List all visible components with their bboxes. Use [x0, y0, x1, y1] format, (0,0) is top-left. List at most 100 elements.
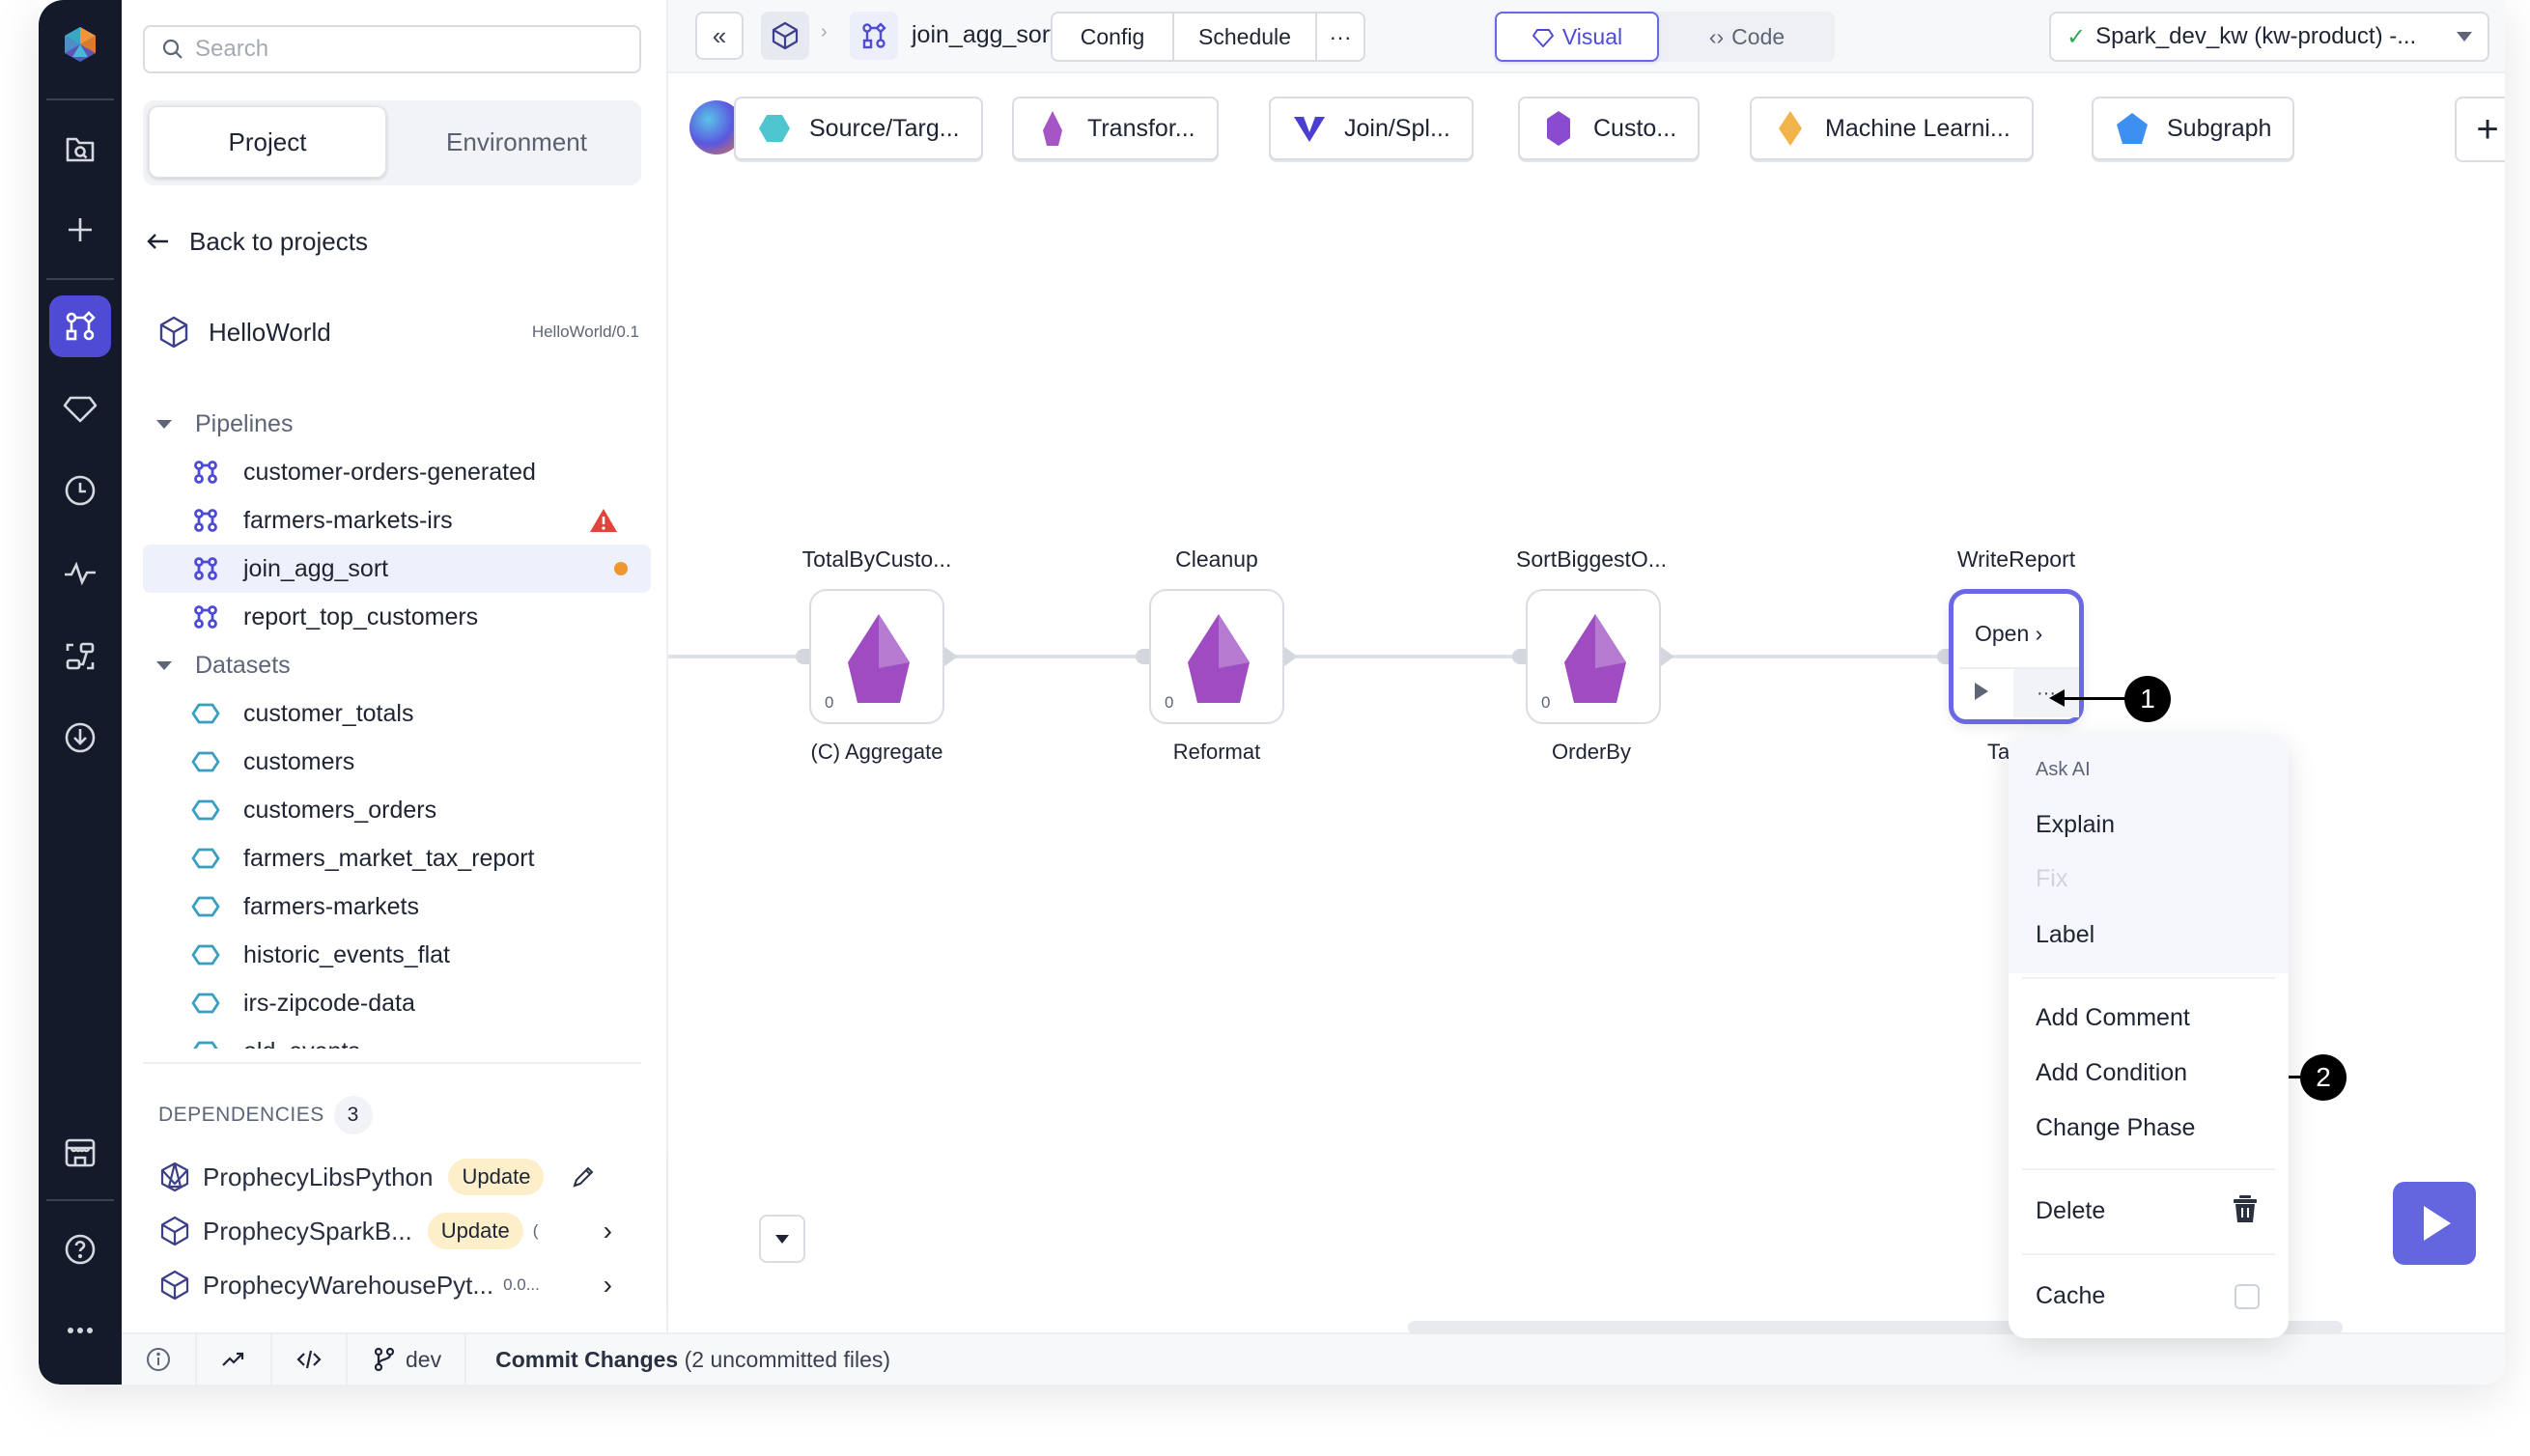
run-gem-icon[interactable]	[1975, 683, 1988, 700]
dataset-item[interactable]: customers	[122, 738, 651, 786]
gem-category-machine-learning[interactable]: Machine Learni...	[1750, 97, 2034, 160]
code-view-button[interactable]	[272, 1334, 348, 1385]
info-icon	[147, 1348, 170, 1371]
dataset-item[interactable]: historic_events_flat	[122, 931, 651, 979]
download-circle-icon[interactable]	[49, 707, 111, 769]
gem-node-orderby[interactable]: 0	[1526, 589, 1661, 724]
gem-category-transform[interactable]: Transfor...	[1012, 97, 1219, 160]
commit-changes-button[interactable]: Commit Changes (2 uncommitted files)	[466, 1347, 890, 1373]
breadcrumb-pipeline[interactable]	[850, 12, 898, 60]
pipeline-item[interactable]: customer-orders-generated	[122, 448, 651, 496]
dataset-item[interactable]: irs-zipcode-data	[122, 979, 651, 1027]
project-header[interactable]: HelloWorld HelloWorld/0.1	[156, 315, 639, 350]
pipeline-item[interactable]: farmers-markets-irs	[122, 496, 651, 545]
caret-down-icon	[156, 660, 172, 670]
menu-item-change-phase[interactable]: Change Phase	[2036, 1114, 2195, 1142]
gem-category-subgraph[interactable]: Subgraph	[2092, 97, 2295, 160]
update-badge[interactable]: Update	[427, 1213, 523, 1249]
pipelines-group[interactable]: Pipelines	[122, 400, 668, 448]
prophecy-logo-icon[interactable]	[49, 14, 111, 75]
marketplace-icon[interactable]	[49, 1122, 111, 1184]
gem-category-custom[interactable]: Custo...	[1518, 97, 1701, 160]
dataset-hexagon-icon	[191, 993, 220, 1014]
dependency-item[interactable]: ProphecyLibsPython Update	[158, 1153, 612, 1201]
dataset-item[interactable]: customers_orders	[122, 786, 651, 834]
gem-node-reformat[interactable]: 0	[1149, 589, 1284, 724]
clock-icon[interactable]	[49, 460, 111, 521]
schedule-button[interactable]: Schedule	[1174, 14, 1317, 60]
datasets-group[interactable]: Datasets	[122, 641, 668, 689]
dropdown-caret-icon	[2457, 32, 2472, 42]
search-input[interactable]	[195, 36, 620, 63]
gem-icon[interactable]	[49, 377, 111, 438]
gem-category-join-split[interactable]: Join/Spl...	[1269, 97, 1474, 160]
back-to-projects-link[interactable]: Back to projects	[143, 226, 368, 257]
add-gem-button[interactable]: +	[2455, 97, 2505, 162]
record-count: 0	[1165, 693, 1174, 712]
input-port[interactable]	[1512, 649, 1526, 664]
lineage-icon[interactable]	[49, 626, 111, 687]
search-box[interactable]	[143, 25, 641, 73]
menu-item-add-comment[interactable]: Add Comment	[2036, 1004, 2190, 1032]
code-tab[interactable]: ‹› Code	[1665, 12, 1829, 62]
dependency-item[interactable]: ProphecySparkB... Update ( ›	[158, 1207, 612, 1255]
open-gem-button[interactable]: Open ›	[1975, 621, 2042, 647]
more-actions-button[interactable]: ···	[1317, 14, 1363, 60]
nav-rail	[39, 0, 122, 1385]
pipeline-item-selected[interactable]: join_agg_sort	[143, 545, 651, 593]
pipeline-item[interactable]: report_top_customers	[122, 593, 651, 641]
transform-gem-icon	[1043, 111, 1062, 146]
menu-item-delete[interactable]: Delete	[2036, 1197, 2105, 1225]
prophecy-libs-icon	[160, 1162, 189, 1192]
divider	[143, 1062, 641, 1064]
plus-icon[interactable]	[49, 199, 111, 261]
trash-icon	[2234, 1195, 2257, 1222]
pencil-icon[interactable]	[570, 1163, 597, 1190]
cache-checkbox[interactable]	[2235, 1284, 2260, 1309]
dependencies-header[interactable]: DEPENDENCIES 3	[158, 1096, 373, 1134]
visual-tab[interactable]: Visual	[1495, 12, 1659, 62]
activity-icon[interactable]	[49, 543, 111, 604]
chevron-right-icon[interactable]: ›	[604, 1270, 612, 1301]
menu-item-cache[interactable]: Cache	[2036, 1282, 2105, 1310]
output-port[interactable]	[944, 647, 958, 666]
folder-search-icon[interactable]	[49, 118, 111, 180]
more-icon[interactable]	[49, 1300, 111, 1361]
pipeline-icon[interactable]	[49, 295, 111, 357]
metrics-button[interactable]	[197, 1334, 272, 1385]
dependency-item[interactable]: ProphecyWarehousePyt... 0.0... ›	[158, 1261, 612, 1309]
input-port[interactable]	[1136, 649, 1149, 664]
output-port[interactable]	[1661, 647, 1674, 666]
gem-more-options-button[interactable]: ···	[2013, 669, 2079, 717]
fabric-selector[interactable]: ✓ Spark_dev_kw (kw-product) -...	[2049, 12, 2489, 62]
branch-button[interactable]: dev	[348, 1334, 467, 1385]
chevron-right-icon[interactable]: ›	[604, 1216, 612, 1246]
dataset-item[interactable]: farmers-markets	[122, 882, 651, 931]
menu-item-add-condition[interactable]: Add Condition	[2036, 1059, 2187, 1087]
tab-project[interactable]: Project	[149, 106, 386, 178]
dataset-name: farmers_market_tax_report	[243, 844, 535, 872]
collapse-sidebar-button[interactable]: «	[695, 12, 744, 60]
canvas-options-dropdown[interactable]	[759, 1215, 805, 1263]
dataset-name: customers	[243, 747, 355, 775]
config-button[interactable]: Config	[1053, 14, 1174, 60]
run-pipeline-button[interactable]	[2393, 1182, 2476, 1265]
dataset-item[interactable]: farmers_market_tax_report	[122, 834, 651, 882]
menu-item-label[interactable]: Label	[2036, 921, 2094, 949]
dataset-item[interactable]: customer_totals	[122, 689, 651, 738]
menu-item-explain[interactable]: Explain	[2036, 811, 2115, 839]
update-badge[interactable]: Update	[448, 1159, 545, 1195]
output-port[interactable]	[1284, 647, 1298, 666]
menu-divider	[2022, 1168, 2275, 1170]
transform-gem-icon	[1564, 614, 1626, 703]
gem-category-source-target[interactable]: Source/Targ...	[734, 97, 983, 160]
tab-environment[interactable]: Environment	[398, 106, 635, 178]
input-port[interactable]	[796, 649, 809, 664]
gem-node-aggregate[interactable]: 0	[809, 589, 944, 724]
pipeline-icon	[194, 461, 217, 484]
dataset-item[interactable]: old_events	[122, 1027, 651, 1049]
breadcrumb-project[interactable]	[761, 12, 809, 60]
help-icon[interactable]	[49, 1218, 111, 1280]
info-button[interactable]	[122, 1334, 197, 1385]
git-branch-icon	[374, 1347, 395, 1372]
